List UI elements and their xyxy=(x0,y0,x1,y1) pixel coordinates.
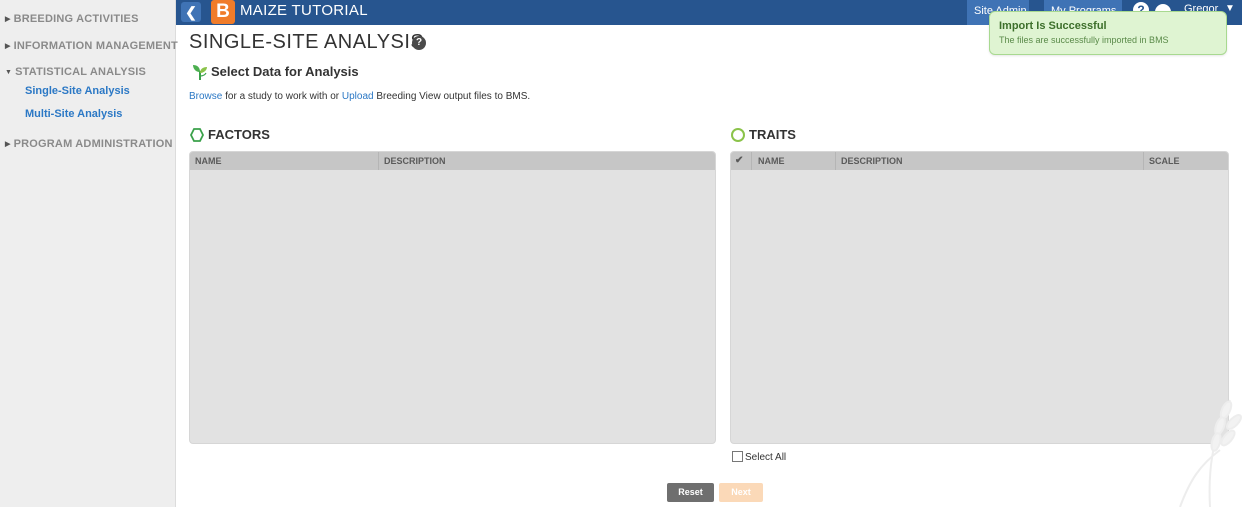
column-divider xyxy=(835,152,836,170)
column-divider xyxy=(1143,152,1144,170)
sidebar-item-multi-site-analysis[interactable]: Multi-Site Analysis xyxy=(25,108,122,120)
caret-down-icon[interactable]: ▼ xyxy=(1225,3,1235,14)
plant-icon xyxy=(193,65,207,80)
back-button[interactable]: ❮ xyxy=(181,2,201,22)
import-success-toast[interactable]: Import Is Successful The files are succe… xyxy=(989,11,1227,55)
column-divider xyxy=(751,152,752,170)
hexagon-icon xyxy=(190,128,204,142)
traits-col-scale[interactable]: SCALE xyxy=(1149,156,1180,166)
sidebar-section-label: BREEDING ACTIVITIES xyxy=(13,13,139,25)
browse-link[interactable]: Browse xyxy=(189,91,222,102)
toast-title: Import Is Successful xyxy=(999,20,1107,32)
toast-message: The files are successfully imported in B… xyxy=(999,35,1169,45)
factors-table-header: NAME DESCRIPTION xyxy=(190,152,715,170)
sidebar-item-single-site-analysis[interactable]: Single-Site Analysis xyxy=(25,85,130,97)
instruction-line: Browse for a study to work with or Uploa… xyxy=(189,91,530,102)
traits-table-header: ✔ NAME DESCRIPTION SCALE xyxy=(731,152,1228,170)
factors-heading: FACTORS xyxy=(208,127,270,142)
circle-icon xyxy=(731,128,745,142)
reset-button[interactable]: Reset xyxy=(667,483,714,502)
bms-logo: B xyxy=(211,0,235,24)
select-data-heading: Select Data for Analysis xyxy=(211,64,359,79)
triangle-down-icon: ▼ xyxy=(5,69,13,76)
factors-table: NAME DESCRIPTION xyxy=(189,151,716,444)
next-button[interactable]: Next xyxy=(719,483,763,502)
page-title: SINGLE-SITE ANALYSIS xyxy=(189,31,425,53)
sidebar-section-label: STATISTICAL ANALYSIS xyxy=(15,66,147,78)
checkmark-icon[interactable]: ✔ xyxy=(735,155,743,166)
select-all-label[interactable]: Select All xyxy=(745,452,786,463)
column-divider xyxy=(378,152,379,170)
upload-text: Breeding View output files to BMS. xyxy=(376,91,531,102)
sidebar-section-label: INFORMATION MANAGEMENT xyxy=(13,40,178,52)
browse-text: for a study to work with xyxy=(225,91,328,102)
factors-col-description[interactable]: DESCRIPTION xyxy=(384,156,446,166)
traits-col-name[interactable]: NAME xyxy=(758,156,785,166)
sidebar-section-program-administration[interactable]: ▶ PROGRAM ADMINISTRATION xyxy=(5,138,173,150)
triangle-right-icon: ▶ xyxy=(5,16,11,23)
select-all-checkbox[interactable] xyxy=(732,451,743,462)
sidebar: ▶ BREEDING ACTIVITIES ▶ INFORMATION MANAGE… xyxy=(0,0,178,507)
wheat-watermark-icon xyxy=(1179,399,1242,507)
triangle-right-icon: ▶ xyxy=(5,43,11,50)
select-all-row: Select All xyxy=(732,451,786,463)
sidebar-section-information-management[interactable]: ▶ INFORMATION MANAGEMENT xyxy=(5,40,178,52)
sidebar-section-breeding-activities[interactable]: ▶ BREEDING ACTIVITIES xyxy=(5,13,139,25)
sidebar-section-statistical-analysis[interactable]: ▼ STATISTICAL ANALYSIS xyxy=(5,66,146,78)
traits-heading: TRAITS xyxy=(749,127,796,142)
upload-link[interactable]: Upload xyxy=(342,91,374,102)
chevron-left-icon: ❮ xyxy=(185,4,197,20)
factors-col-name[interactable]: NAME xyxy=(195,156,222,166)
traits-col-description[interactable]: DESCRIPTION xyxy=(841,156,903,166)
or-text: or xyxy=(330,91,340,102)
sidebar-section-label: PROGRAM ADMINISTRATION xyxy=(13,138,173,150)
program-title: MAIZE TUTORIAL xyxy=(240,2,368,19)
triangle-right-icon: ▶ xyxy=(5,141,11,148)
question-circle-icon[interactable]: ? xyxy=(412,36,426,50)
